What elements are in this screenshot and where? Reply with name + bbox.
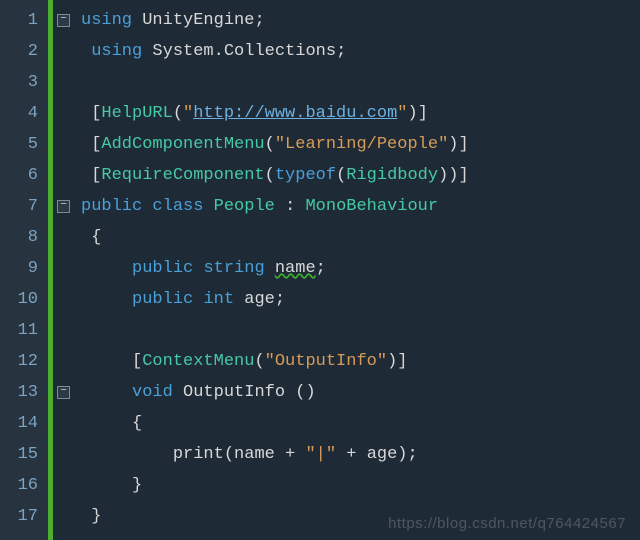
code-line[interactable]: using System.Collections; <box>81 36 640 67</box>
code-line[interactable]: { <box>81 222 640 253</box>
line-number: 10 <box>0 284 48 315</box>
code-line[interactable]: public class People : MonoBehaviour <box>81 191 640 222</box>
code-line[interactable]: [AddComponentMenu("Learning/People")] <box>81 129 640 160</box>
line-number: 4 <box>0 98 48 129</box>
code-line[interactable]: public int age; <box>81 284 640 315</box>
line-number: 7 <box>0 191 48 222</box>
line-number: 9 <box>0 253 48 284</box>
code-line[interactable]: [RequireComponent(typeof(Rigidbody))] <box>81 160 640 191</box>
line-number: 12 <box>0 346 48 377</box>
fold-minus-icon[interactable]: − <box>57 14 70 27</box>
line-number: 15 <box>0 439 48 470</box>
line-number-gutter: 1 2 3 4 5 6 7 8 9 10 11 12 13 14 15 16 1… <box>0 0 48 540</box>
code-line[interactable]: void OutputInfo () <box>81 377 640 408</box>
code-line[interactable]: } <box>81 470 640 501</box>
line-number: 5 <box>0 129 48 160</box>
code-area[interactable]: using UnityEngine; using System.Collecti… <box>75 0 640 540</box>
code-line[interactable]: [HelpURL("http://www.baidu.com")] <box>81 98 640 129</box>
code-line[interactable]: [ContextMenu("OutputInfo")] <box>81 346 640 377</box>
code-editor[interactable]: 1 2 3 4 5 6 7 8 9 10 11 12 13 14 15 16 1… <box>0 0 640 540</box>
code-line[interactable] <box>81 315 640 346</box>
fold-column: − − − <box>53 0 75 540</box>
watermark: https://blog.csdn.net/q764424567 <box>388 515 626 532</box>
line-number: 2 <box>0 36 48 67</box>
code-line[interactable] <box>81 67 640 98</box>
line-number: 8 <box>0 222 48 253</box>
code-line[interactable]: public string name; <box>81 253 640 284</box>
line-number: 1 <box>0 5 48 36</box>
line-number: 17 <box>0 501 48 532</box>
line-number: 3 <box>0 67 48 98</box>
code-line[interactable]: print(name + "|" + age); <box>81 439 640 470</box>
code-line[interactable]: using UnityEngine; <box>81 5 640 36</box>
line-number: 6 <box>0 160 48 191</box>
fold-minus-icon[interactable]: − <box>57 200 70 213</box>
line-number: 14 <box>0 408 48 439</box>
line-number: 11 <box>0 315 48 346</box>
line-number: 13 <box>0 377 48 408</box>
line-number: 16 <box>0 470 48 501</box>
fold-minus-icon[interactable]: − <box>57 386 70 399</box>
code-line[interactable]: { <box>81 408 640 439</box>
